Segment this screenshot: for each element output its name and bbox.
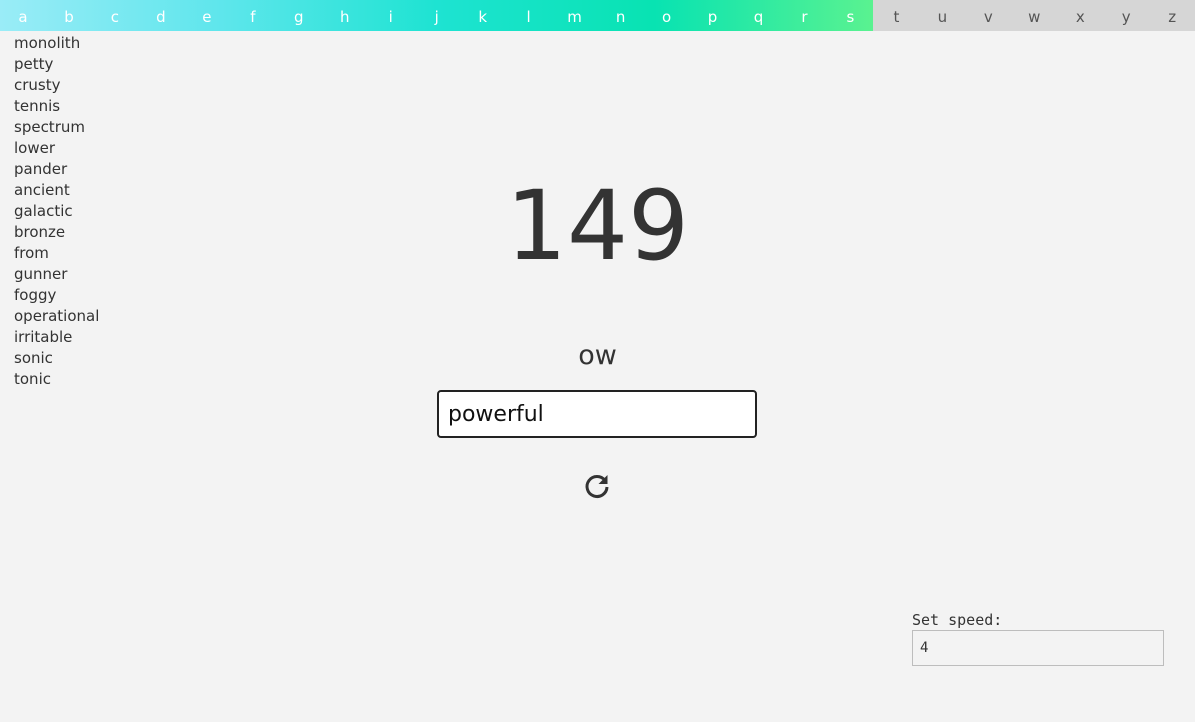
alphabet-letters: abcdefghijklmnopqrstuvwxyz <box>0 0 1195 31</box>
alphabet-letter-j[interactable]: j <box>414 0 460 31</box>
alphabet-letter-y[interactable]: y <box>1103 0 1149 31</box>
list-item: spectrum <box>14 118 85 136</box>
alphabet-letter-f[interactable]: f <box>230 0 276 31</box>
speed-input[interactable] <box>912 630 1164 666</box>
alphabet-letter-s[interactable]: s <box>827 0 873 31</box>
alphabet-letter-a[interactable]: a <box>0 0 46 31</box>
alphabet-letter-w[interactable]: w <box>1011 0 1057 31</box>
alphabet-letter-t[interactable]: t <box>873 0 919 31</box>
letter-prompt: ow <box>578 340 617 371</box>
list-item: foggy <box>14 286 57 304</box>
alphabet-letter-z[interactable]: z <box>1149 0 1195 31</box>
speed-label: Set speed: <box>912 611 1003 629</box>
restart-button[interactable] <box>581 470 613 502</box>
alphabet-letter-u[interactable]: u <box>919 0 965 31</box>
score-counter: 149 <box>505 170 690 282</box>
alphabet-letter-m[interactable]: m <box>552 0 598 31</box>
alphabet-letter-h[interactable]: h <box>322 0 368 31</box>
alphabet-letter-c[interactable]: c <box>92 0 138 31</box>
alphabet-letter-o[interactable]: o <box>644 0 690 31</box>
alphabet-letter-i[interactable]: i <box>368 0 414 31</box>
alphabet-letter-l[interactable]: l <box>506 0 552 31</box>
alphabet-progress-bar: abcdefghijklmnopqrstuvwxyz <box>0 0 1195 31</box>
list-item: operational <box>14 307 100 325</box>
alphabet-letter-p[interactable]: p <box>690 0 736 31</box>
alphabet-letter-q[interactable]: q <box>736 0 782 31</box>
alphabet-letter-k[interactable]: k <box>460 0 506 31</box>
list-item: tennis <box>14 97 61 115</box>
list-item: crusty <box>14 76 61 94</box>
alphabet-letter-b[interactable]: b <box>46 0 92 31</box>
list-item: monolith <box>14 34 81 52</box>
list-item: petty <box>14 55 54 73</box>
alphabet-letter-d[interactable]: d <box>138 0 184 31</box>
word-input[interactable] <box>437 390 757 438</box>
alphabet-letter-g[interactable]: g <box>276 0 322 31</box>
alphabet-letter-v[interactable]: v <box>965 0 1011 31</box>
alphabet-letter-n[interactable]: n <box>598 0 644 31</box>
alphabet-letter-x[interactable]: x <box>1057 0 1103 31</box>
refresh-icon <box>585 475 609 499</box>
alphabet-letter-e[interactable]: e <box>184 0 230 31</box>
alphabet-letter-r[interactable]: r <box>781 0 827 31</box>
list-item: lower <box>14 139 56 157</box>
